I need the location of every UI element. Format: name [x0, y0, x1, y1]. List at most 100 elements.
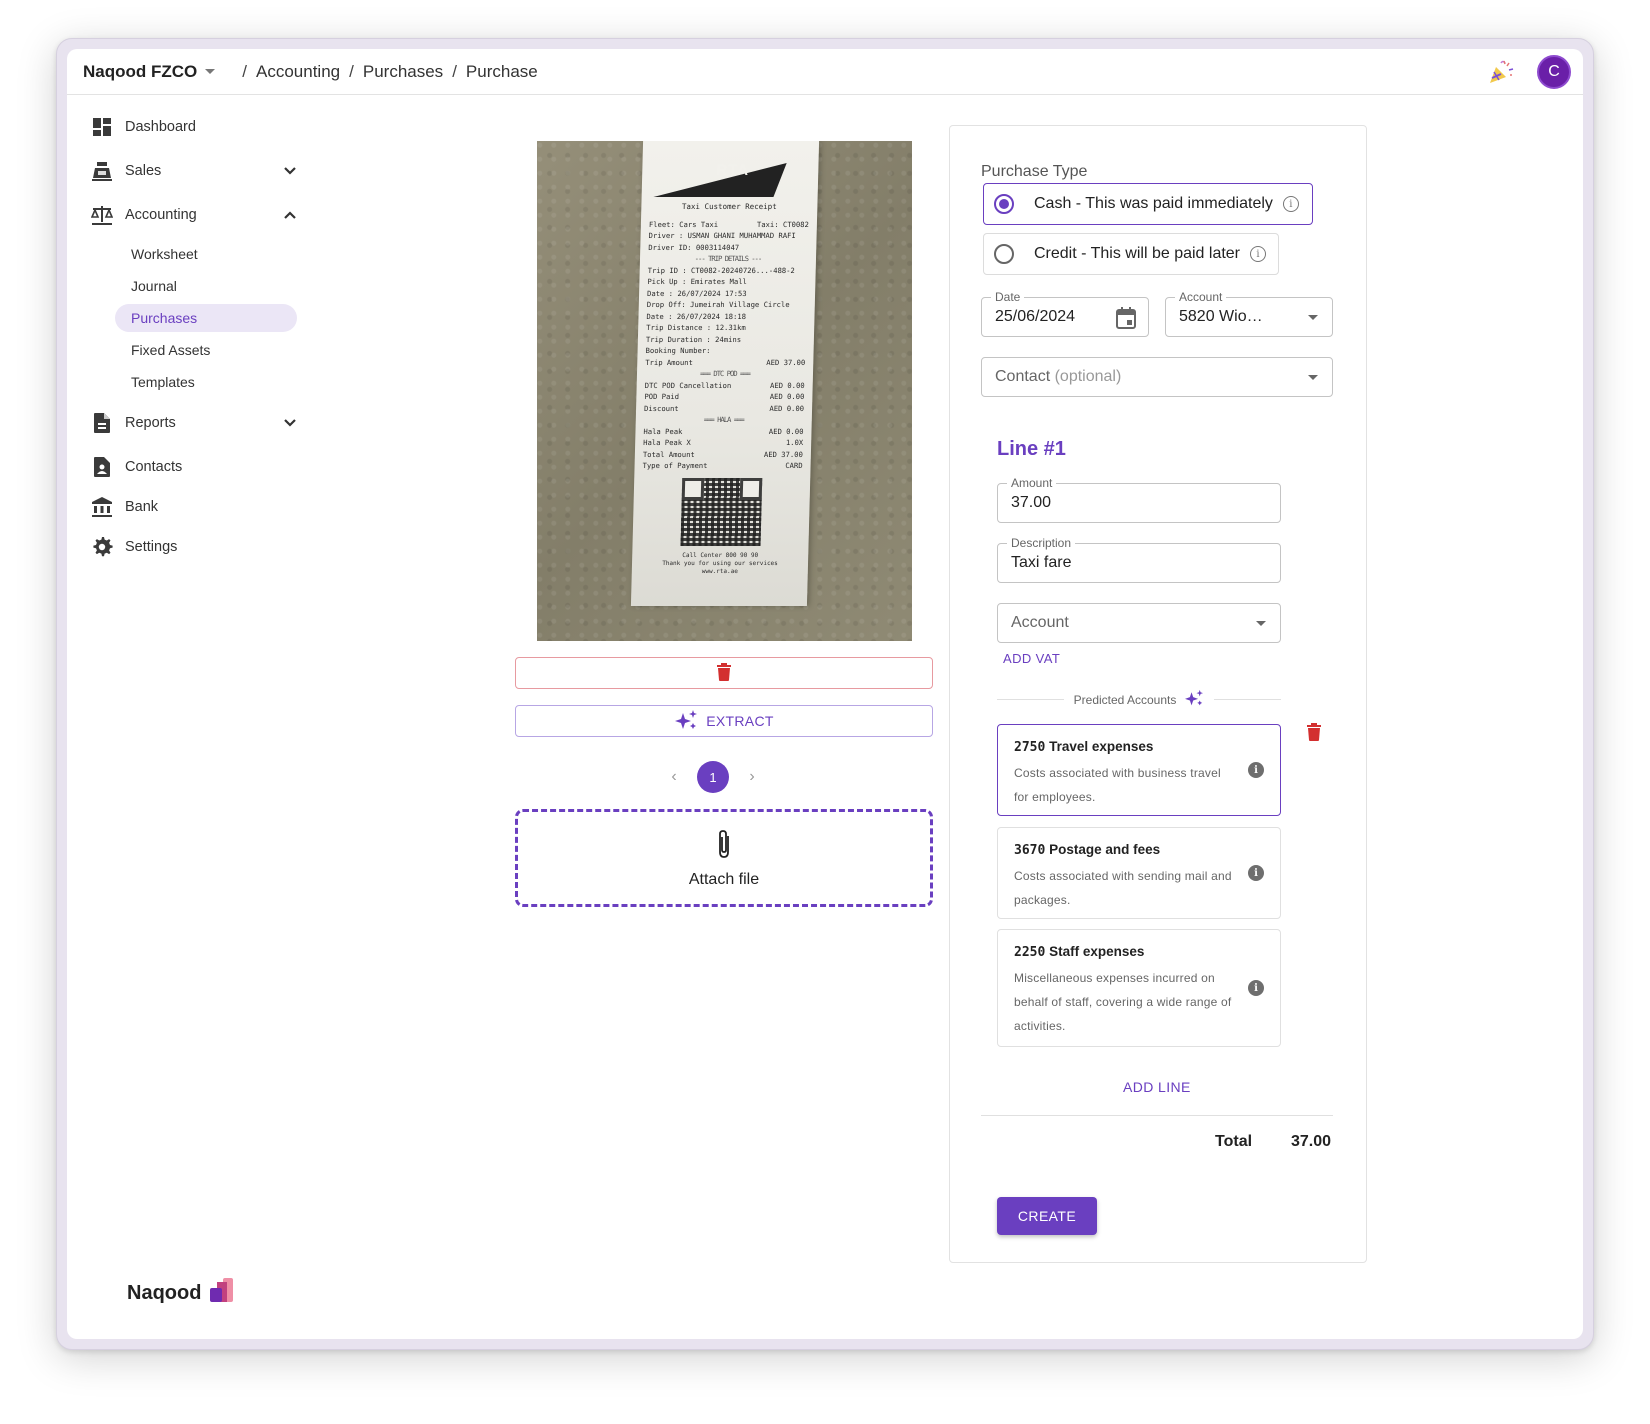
sidebar-subitem-fixed-assets[interactable]: Fixed Assets: [115, 336, 297, 364]
total-label: Total: [1215, 1133, 1253, 1150]
caret-down-icon: [1256, 621, 1266, 626]
extract-label: EXTRACT: [706, 713, 774, 729]
contact-select[interactable]: Contact (optional): [981, 357, 1333, 397]
document-icon: [91, 412, 113, 434]
line-title: Line #1: [997, 438, 1066, 460]
page-1-button[interactable]: 1: [697, 761, 729, 793]
receipt-line: Total Amount AED 37.00: [642, 449, 804, 459]
brand-logo: Naqood: [127, 1277, 235, 1309]
caret-down-icon: [1308, 315, 1318, 320]
app-window-frame: Naqood FZCO / Accounting / Purchases / P…: [56, 38, 1594, 1350]
receipt-line: Type of Payment CARD: [642, 461, 803, 470]
info-icon[interactable]: i: [1248, 865, 1264, 881]
delete-attachment-button[interactable]: [515, 657, 933, 689]
app-window: Naqood FZCO / Accounting / Purchases / P…: [67, 49, 1583, 1339]
extract-button[interactable]: EXTRACT: [515, 705, 933, 737]
cash-register-icon: [91, 160, 113, 182]
sidebar-item-sales[interactable]: Sales: [91, 154, 301, 188]
receipt-paper: RTA Taxi Customer Receipt Fleet: Cars Ta…: [630, 141, 820, 606]
bank-icon: [91, 496, 113, 518]
sidebar-item-reports[interactable]: Reports: [91, 406, 301, 440]
add-line-button[interactable]: ADD LINE: [1123, 1079, 1191, 1095]
receipt-line: Fleet: Cars Taxi Taxi: CT0082: [648, 219, 810, 229]
chevron-up-icon[interactable]: [279, 204, 301, 226]
account-select[interactable]: Account 5820 Wio…: [1165, 290, 1333, 337]
rta-logo: RTA: [716, 162, 750, 179]
receipt-line: Trip Duration : 24mins: [645, 334, 742, 344]
date-field[interactable]: Date 25/06/2024: [981, 290, 1149, 337]
receipt-line: === HALA ===: [703, 415, 744, 424]
predicted-account-card[interactable]: 2750 Travel expenses Costs associated wi…: [997, 724, 1281, 816]
contact-card-icon: [91, 456, 113, 478]
trash-icon: [717, 662, 731, 684]
sidebar-item-label: Bank: [125, 499, 159, 515]
date-value: 25/06/2024: [995, 308, 1076, 325]
sidebar-subitem-purchases[interactable]: Purchases: [115, 304, 297, 332]
trash-icon: [1307, 723, 1321, 741]
party-popper-icon[interactable]: [1487, 58, 1515, 86]
amount-input[interactable]: Amount 37.00: [997, 476, 1281, 523]
total-divider: [981, 1115, 1333, 1116]
sidebar-subitem-worksheet[interactable]: Worksheet: [115, 240, 297, 268]
info-icon[interactable]: i: [1282, 196, 1299, 212]
sidebar-item-dashboard[interactable]: Dashboard: [91, 110, 301, 144]
attach-file-dropzone[interactable]: Attach file: [515, 809, 933, 907]
purchase-type-cash-radio[interactable]: Cash - This was paid immediately i: [983, 183, 1313, 225]
add-vat-button[interactable]: ADD VAT: [1003, 651, 1060, 666]
sidebar-item-label: Settings: [125, 539, 178, 555]
sidebar-item-label: Sales: [125, 163, 162, 179]
sidebar-subitem-journal[interactable]: Journal: [115, 272, 297, 300]
receipt-line: Trip Distance : 12.31km: [646, 323, 746, 332]
sparkle-icon: [1184, 689, 1204, 710]
avatar[interactable]: C: [1537, 55, 1571, 89]
breadcrumb-accounting[interactable]: Accounting: [256, 62, 340, 82]
receipt-line: Hala Peak X 1.0X: [643, 438, 804, 447]
sparkle-icon: [674, 709, 698, 734]
predicted-account-card[interactable]: 3670 Postage and fees Costs associated w…: [997, 827, 1281, 919]
receipt-line: === DTC POD ===: [699, 369, 751, 378]
receipt-line: Trip ID : CT0082-20240726...-488-2: [647, 265, 795, 275]
chevron-right-icon[interactable]: ›: [745, 768, 759, 786]
delete-line-button[interactable]: [1307, 723, 1321, 746]
org-switcher[interactable]: Naqood FZCO: [83, 62, 216, 82]
sidebar-item-bank[interactable]: Bank: [91, 490, 301, 524]
receipt-line: Discount AED 0.00: [643, 403, 805, 413]
info-icon[interactable]: i: [1248, 762, 1264, 778]
receipt-line: Date : 26/07/2024 17:53: [646, 288, 747, 298]
chevron-down-icon[interactable]: [279, 160, 301, 182]
sidebar-subitem-templates[interactable]: Templates: [115, 368, 297, 396]
dashboard-icon: [91, 116, 113, 138]
receipt-line: Pick Up : Emirates Mall: [647, 277, 748, 286]
info-icon[interactable]: i: [1248, 980, 1264, 996]
chevron-down-icon[interactable]: [279, 412, 301, 434]
receipt-line: Driver ID: 0003114047: [648, 242, 740, 252]
brand-name: Naqood: [127, 1281, 202, 1304]
sidebar-item-contacts[interactable]: Contacts: [91, 450, 301, 484]
info-icon[interactable]: i: [1250, 246, 1267, 262]
sidebar-item-label: Dashboard: [125, 119, 196, 135]
receipt-line: DTC POD Cancellation AED 0.00: [644, 380, 805, 390]
receipt-line: Hala Peak AED 0.00: [643, 426, 804, 436]
purchase-type-credit-radio[interactable]: Credit - This will be paid later i: [983, 233, 1279, 275]
attach-file-label: Attach file: [688, 870, 760, 888]
description-input[interactable]: Description Taxi fare: [997, 536, 1281, 583]
gear-icon: [91, 536, 113, 558]
radio-selected-icon: [994, 194, 1014, 214]
breadcrumb-purchases[interactable]: Purchases: [363, 62, 443, 82]
chevron-left-icon[interactable]: ‹: [667, 768, 681, 786]
calendar-icon[interactable]: [1116, 307, 1136, 334]
create-button[interactable]: CREATE: [997, 1197, 1097, 1235]
sidebar-item-accounting[interactable]: Accounting: [91, 198, 301, 232]
sidebar-item-settings[interactable]: Settings: [91, 530, 301, 564]
top-bar: Naqood FZCO / Accounting / Purchases / P…: [67, 49, 1583, 95]
breadcrumb: / Accounting / Purchases / Purchase: [242, 61, 538, 82]
predicted-account-card[interactable]: 2250 Staff expenses Miscellaneous expens…: [997, 929, 1281, 1047]
sidebar-item-label: Contacts: [125, 459, 183, 475]
line-account-select[interactable]: Account: [997, 603, 1281, 643]
account-value: 5820 Wio…: [1179, 308, 1263, 325]
caret-down-icon: [1308, 375, 1318, 380]
receipt-lines: Fleet: Cars Taxi Taxi: CT0082 Driver : USM…: [642, 219, 809, 472]
attachment-pager: ‹ 1 ›: [667, 761, 759, 793]
receipt-line: POD Paid AED 0.00: [644, 392, 805, 401]
breadcrumb-purchase: Purchase: [465, 61, 538, 81]
